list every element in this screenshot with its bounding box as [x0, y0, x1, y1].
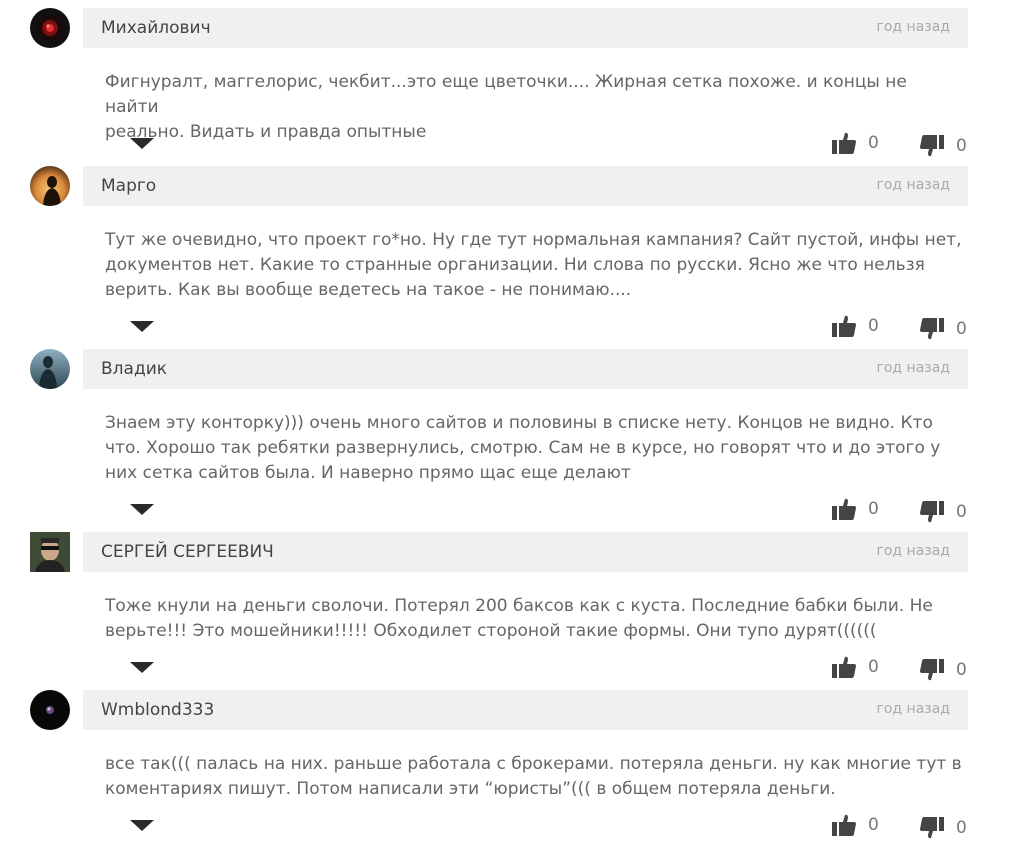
like-button[interactable]: 0	[832, 813, 879, 837]
comment-header: Wmblond333 год назад	[83, 690, 968, 730]
caret-down-icon[interactable]	[130, 321, 154, 332]
like-count: 0	[868, 499, 879, 519]
comment-time: год назад	[876, 19, 951, 35]
avatar[interactable]	[30, 8, 70, 48]
like-button[interactable]: 0	[832, 131, 879, 155]
like-count: 0	[868, 657, 879, 677]
dislike-button[interactable]: 0	[920, 658, 967, 682]
thumb-down-icon	[920, 135, 944, 157]
thumb-down-icon	[920, 501, 944, 523]
thumb-up-icon	[832, 814, 856, 836]
thumb-down-icon	[920, 817, 944, 839]
comment-text-line: Знаем эту конторку))) очень много сайтов…	[105, 413, 933, 433]
comment-header: Михайлович год назад	[83, 8, 968, 48]
thumb-up-icon	[832, 132, 856, 154]
dislike-count: 0	[956, 818, 967, 838]
comment-text-line: Тут же очевидно, что проект го*но. Ну гд…	[105, 230, 962, 250]
thumb-down-icon	[920, 659, 944, 681]
comment-item: Wmblond333 год назад все так((( палась н…	[0, 690, 1015, 840]
dislike-count: 0	[956, 502, 967, 522]
caret-down-icon[interactable]	[130, 504, 154, 515]
comment-time: год назад	[876, 701, 951, 717]
comment-time: год назад	[876, 543, 951, 559]
avatar[interactable]	[30, 532, 70, 572]
author-name[interactable]: Wmblond333	[101, 700, 214, 720]
like-count: 0	[868, 133, 879, 153]
comment-item: СЕРГЕЙ СЕРГЕЕВИЧ год назад Тоже кнули на…	[0, 532, 1015, 682]
comment-text-line: них сетка сайтов была. И наверно прямо щ…	[105, 463, 631, 483]
thumb-up-icon	[832, 315, 856, 337]
like-count: 0	[868, 815, 879, 835]
comment-time: год назад	[876, 360, 951, 376]
dislike-button[interactable]: 0	[920, 500, 967, 524]
comment-text: Знаем эту конторку))) очень много сайтов…	[105, 411, 965, 486]
comment-text: все так((( палась на них. раньше работал…	[105, 752, 965, 802]
avatar[interactable]	[30, 166, 70, 206]
comment-text-line: верить. Как вы вообще ведетесь на такое …	[105, 280, 632, 300]
dislike-count: 0	[956, 660, 967, 680]
comment-text-line: документов нет. Какие то странные органи…	[105, 255, 925, 275]
comment-item: Владик год назад Знаем эту конторку))) о…	[0, 349, 1015, 525]
comment-text: Тут же очевидно, что проект го*но. Ну гд…	[105, 228, 965, 303]
dislike-count: 0	[956, 319, 967, 339]
thumb-up-icon	[832, 656, 856, 678]
like-count: 0	[868, 316, 879, 336]
avatar[interactable]	[30, 349, 70, 389]
avatar[interactable]	[30, 690, 70, 730]
like-button[interactable]: 0	[832, 314, 879, 338]
like-button[interactable]: 0	[832, 497, 879, 521]
comment-text-line: Фигнуралт, маггелорис, чекбит...это еще …	[105, 72, 907, 117]
comment-text: Тоже кнули на деньги сволочи. Потерял 20…	[105, 594, 965, 644]
comment-item: Марго год назад Тут же очевидно, что про…	[0, 166, 1015, 342]
author-name[interactable]: СЕРГЕЙ СЕРГЕЕВИЧ	[101, 542, 274, 562]
comment-time: год назад	[876, 177, 951, 193]
comment-text-line: коментариях пишут. Потом написали эти “ю…	[105, 779, 836, 799]
dislike-button[interactable]: 0	[920, 816, 967, 840]
comment-header: Марго год назад	[83, 166, 968, 206]
author-name[interactable]: Марго	[101, 176, 156, 196]
comment-header: Владик год назад	[83, 349, 968, 389]
dislike-count: 0	[956, 136, 967, 156]
author-name[interactable]: Михайлович	[101, 18, 211, 38]
comment-text-line: верьте!!! Это мошейники!!!!! Обходилет с…	[105, 621, 877, 641]
comment-text-line: что. Хорошо так ребятки развернулись, см…	[105, 438, 941, 458]
thumb-down-icon	[920, 318, 944, 340]
comment-header: СЕРГЕЙ СЕРГЕЕВИЧ год назад	[83, 532, 968, 572]
caret-down-icon[interactable]	[130, 820, 154, 831]
comment-text-line: Тоже кнули на деньги сволочи. Потерял 20…	[105, 596, 933, 616]
thumb-up-icon	[832, 498, 856, 520]
author-name[interactable]: Владик	[101, 359, 167, 379]
comment-text-line: все так((( палась на них. раньше работал…	[105, 754, 962, 774]
caret-down-icon[interactable]	[130, 138, 154, 149]
caret-down-icon[interactable]	[130, 662, 154, 673]
dislike-button[interactable]: 0	[920, 134, 967, 158]
dislike-button[interactable]: 0	[920, 317, 967, 341]
like-button[interactable]: 0	[832, 655, 879, 679]
comment-item: Михайлович год назад Фигнуралт, маггелор…	[0, 8, 1015, 158]
